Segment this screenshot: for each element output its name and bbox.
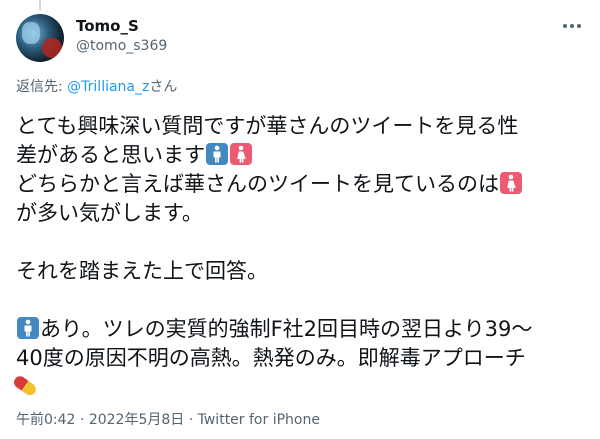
reply-to-line: 返信先: @Trilliana_zさん (16, 78, 177, 96)
tweet-line-text: 差があると思います (16, 143, 205, 167)
meta-separator: · (184, 412, 198, 428)
tweet-line: どちらかと言えば華さんのツイートを見ているのは (16, 170, 586, 199)
tweet-line-text: どちらかと言えば華さんのツイートを見ているのは (16, 172, 499, 196)
tweet-line: 差があると思います (16, 141, 586, 170)
reply-to-mention-link[interactable]: @Trilliana_z (67, 79, 149, 95)
mens-room-emoji (206, 143, 228, 165)
tweet-line: が多い気がします。 (16, 201, 203, 225)
reply-to-suffix: さん (149, 79, 178, 95)
tweet-date[interactable]: 2022年5月8日 (89, 412, 184, 428)
tweet-source-link[interactable]: Twitter for iPhone (198, 412, 320, 428)
avatar[interactable] (16, 14, 64, 62)
meta-separator: · (75, 412, 89, 428)
tweet-line: 40度の原因不明の高熱。熱発のみ。即解毒アプローチ (16, 346, 526, 370)
thread-connector-line (39, 0, 41, 10)
more-options-button[interactable] (561, 16, 583, 36)
reply-to-prefix: 返信先: (16, 79, 68, 95)
tweet-line: それを踏まえた上で回答。 (16, 259, 268, 283)
mens-room-emoji (17, 317, 39, 339)
tweet-line: あり。ツレの実質的強制F社2回目時の翌日より39～ (16, 315, 586, 344)
womens-room-emoji (230, 143, 252, 165)
tweet-text: とても興味深い質問ですが華さんのツイートを見る性 差があると思います どちらかと… (14, 112, 586, 402)
tweet-line (14, 373, 586, 402)
tweet-meta: 午前0:42 · 2022年5月8日 · Twitter for iPhone (16, 411, 320, 429)
more-icon (563, 24, 581, 28)
tweet-line-text: あり。ツレの実質的強制F社2回目時の翌日より39～ (40, 317, 533, 341)
tweet-time[interactable]: 午前0:42 (16, 412, 75, 428)
author-handle[interactable]: @tomo_s369 (76, 37, 167, 55)
tweet-line: とても興味深い質問ですが華さんのツイートを見る性 (16, 114, 519, 138)
womens-room-emoji (500, 172, 522, 194)
author-display-name[interactable]: Tomo_S (76, 16, 139, 36)
